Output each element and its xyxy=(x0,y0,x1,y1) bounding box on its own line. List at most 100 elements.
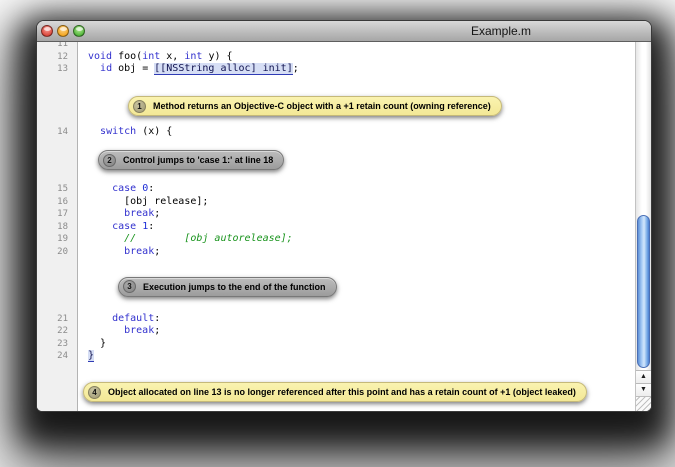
analyzer-bubble-row: 1 Method returns an Objective-C object wi… xyxy=(128,96,635,117)
code-token: : xyxy=(148,221,154,232)
code-line[interactable]: 13 id obj = [[NSString alloc] init]; xyxy=(37,63,635,76)
code-token: ; xyxy=(293,63,299,74)
code-token: (x) { xyxy=(136,126,172,137)
code-text: case 0: xyxy=(78,183,154,196)
line-number: 20 xyxy=(37,246,78,259)
code-token: switch xyxy=(100,126,136,137)
code-text: break; xyxy=(78,246,160,259)
code-line[interactable]: 23 } xyxy=(37,338,635,351)
code-editor[interactable]: 1112void foo(int x, int y) {13 id obj = … xyxy=(37,42,635,411)
code-text: break; xyxy=(78,325,160,338)
line-number: 23 xyxy=(37,338,78,351)
line-number: 16 xyxy=(37,196,78,209)
code-token: ; xyxy=(154,246,160,257)
code-token: break xyxy=(124,208,154,219)
code-text: [obj release]; xyxy=(78,196,208,209)
code-token xyxy=(88,183,112,194)
scroll-down-button[interactable]: ▼ xyxy=(636,383,651,396)
arrow-down-icon: ▼ xyxy=(640,386,647,393)
code-line[interactable]: 21 default: xyxy=(37,313,635,326)
bubble-step-badge: 1 xyxy=(133,100,146,113)
code-line[interactable]: 16 [obj release]; xyxy=(37,196,635,209)
code-token xyxy=(88,221,112,232)
bubble-message: Execution jumps to the end of the functi… xyxy=(143,282,326,292)
code-line[interactable]: 14 switch (x) { xyxy=(37,126,635,139)
line-number: 18 xyxy=(37,221,78,234)
code-token: : xyxy=(154,313,160,324)
code-token: break xyxy=(124,246,154,257)
code-text: switch (x) { xyxy=(78,126,172,139)
analyzer-bubble-1: 1 Method returns an Objective-C object wi… xyxy=(128,96,502,116)
code-text: case 1: xyxy=(78,221,154,234)
window: Example.m 1112void foo(int x, int y) {13… xyxy=(36,20,652,412)
analyzer-bubble-2: 2Control jumps to 'case 1:' at line 18 xyxy=(98,150,284,170)
line-number: 19 xyxy=(37,233,78,246)
arrow-up-icon: ▲ xyxy=(640,373,647,380)
code-token xyxy=(88,208,124,219)
bubble-step-badge: 4 xyxy=(88,386,101,399)
code-token: void xyxy=(88,51,112,62)
code-token: // [obj autorelease]; xyxy=(88,233,293,244)
code-token: foo( xyxy=(112,51,142,62)
bubble-message: Object allocated on line 13 is no longer… xyxy=(108,387,576,397)
code-token: x, xyxy=(160,51,184,62)
code-line[interactable]: 22 break; xyxy=(37,325,635,338)
resize-grip-icon[interactable] xyxy=(636,396,651,412)
line-number: 21 xyxy=(37,313,78,326)
code-line[interactable]: 18 case 1: xyxy=(37,221,635,234)
code-token: y) { xyxy=(202,51,232,62)
code-line[interactable]: 15 case 0: xyxy=(37,183,635,196)
code-token: case xyxy=(112,221,136,232)
vertical-scrollbar[interactable]: ▲ ▼ xyxy=(635,42,651,411)
code-token xyxy=(88,325,124,336)
analyzer-bubble-row: 2Control jumps to 'case 1:' at line 18 xyxy=(98,150,635,171)
line-number: 15 xyxy=(37,183,78,196)
code-line[interactable]: 20 break; xyxy=(37,246,635,259)
code-text: // [obj autorelease]; xyxy=(78,233,293,246)
code-token xyxy=(88,126,100,137)
screenshot-canvas: Example.m 1112void foo(int x, int y) {13… xyxy=(0,0,675,467)
code-text xyxy=(78,42,88,51)
code-token xyxy=(88,313,112,324)
code-text: break; xyxy=(78,208,160,221)
code-token: [obj release]; xyxy=(88,196,208,207)
code-token: : xyxy=(148,183,154,194)
code-token xyxy=(88,63,100,74)
code-token: id xyxy=(100,63,112,74)
bubble-step-badge: 2 xyxy=(103,154,116,167)
scrollbar-thumb[interactable] xyxy=(637,215,650,368)
code-token: default xyxy=(112,313,154,324)
line-number: 13 xyxy=(37,63,78,76)
code-token: ; xyxy=(154,325,160,336)
line-number: 14 xyxy=(37,126,78,139)
line-number: 24 xyxy=(37,350,78,363)
code-highlight: [[NSString alloc] init] xyxy=(154,63,292,75)
code-token: int xyxy=(142,51,160,62)
bubble-message: Method returns an Objective-C object wit… xyxy=(153,101,491,111)
minimize-button[interactable] xyxy=(57,25,69,37)
code-line[interactable]: 24} xyxy=(37,350,635,363)
line-number: 17 xyxy=(37,208,78,221)
close-button[interactable] xyxy=(41,25,53,37)
code-line[interactable]: 17 break; xyxy=(37,208,635,221)
line-number: 12 xyxy=(37,51,78,64)
code-token: } xyxy=(88,338,106,349)
code-token: case xyxy=(112,183,136,194)
code-flow: 1112void foo(int x, int y) {13 id obj = … xyxy=(37,42,635,402)
scroll-up-button[interactable]: ▲ xyxy=(636,370,651,383)
code-text: } xyxy=(78,350,94,363)
code-line[interactable]: 12void foo(int x, int y) { xyxy=(37,51,635,64)
code-text: void foo(int x, int y) { xyxy=(78,51,233,64)
window-titlebar[interactable]: Example.m xyxy=(37,21,651,42)
code-text: } xyxy=(78,338,106,351)
code-token: ; xyxy=(154,208,160,219)
code-text: default: xyxy=(78,313,160,326)
line-number: 22 xyxy=(37,325,78,338)
zoom-button[interactable] xyxy=(73,25,85,37)
code-line[interactable]: 19 // [obj autorelease]; xyxy=(37,233,635,246)
analyzer-bubble-4: 4 Object allocated on line 13 is no longe… xyxy=(83,382,587,402)
code-line[interactable]: 11 xyxy=(37,42,635,51)
code-token xyxy=(88,246,124,257)
window-title: Example.m xyxy=(451,21,551,41)
code-highlight: } xyxy=(88,350,94,362)
